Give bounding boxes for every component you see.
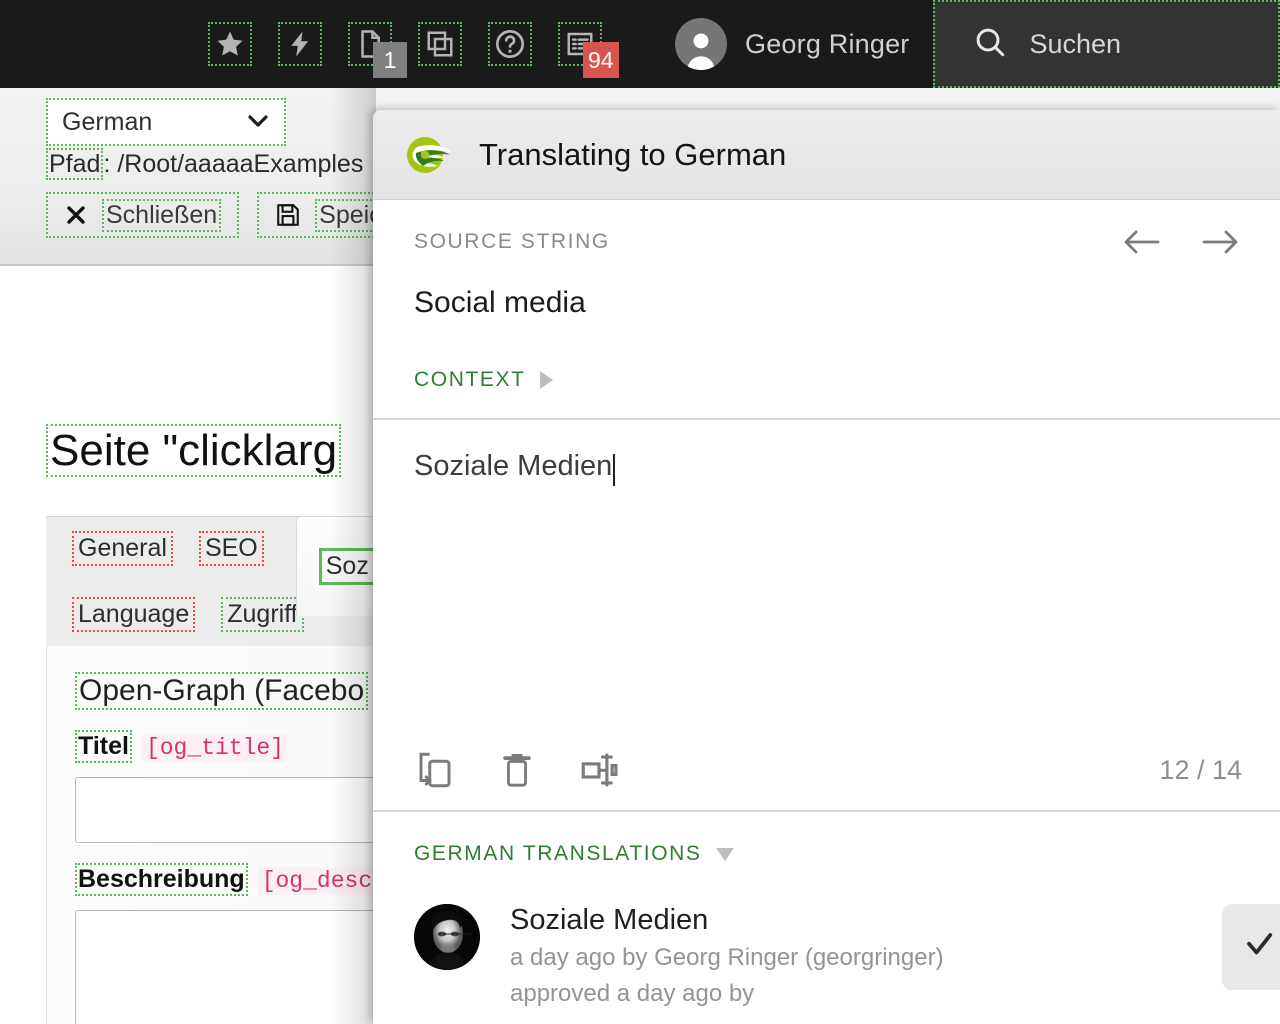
search-box[interactable]: Suchen	[933, 0, 1280, 88]
topbar-left-spacer	[0, 44, 195, 45]
language-select-value: German	[62, 107, 153, 136]
toolbar-item-copy-stack[interactable]	[405, 0, 475, 88]
field-name-og-description: Beschreibung	[75, 863, 248, 896]
check-icon	[1242, 930, 1276, 965]
tab-social-label: Soz	[318, 548, 376, 585]
translation-entry-approval: approved a day ago by	[510, 980, 755, 1007]
bolt-icon[interactable]	[278, 22, 322, 66]
translation-tool-icons	[414, 749, 620, 791]
tab-zugriff[interactable]: Zugriff	[221, 596, 304, 632]
weblate-logo-icon	[403, 133, 455, 177]
close-button-label: Schließen	[102, 198, 222, 232]
screen-root: 1 94 Georg Ringer Suchen German Pfad: /…	[0, 0, 1280, 1024]
language-select[interactable]: German	[46, 98, 286, 146]
star-icon[interactable]	[208, 22, 252, 66]
toolbar-item-document[interactable]: 1	[335, 0, 407, 88]
form-section-heading: Open-Graph (Facebo	[75, 672, 369, 710]
user-avatar-icon	[675, 18, 727, 70]
modal-title: Translating to German	[479, 136, 787, 172]
tab-seo[interactable]: SEO	[198, 530, 264, 566]
context-label: CONTEXT	[414, 368, 526, 391]
path-label: Pfad	[46, 148, 104, 180]
source-string-label: SOURCE STRING	[414, 230, 610, 253]
string-counter: 12 / 14	[1159, 754, 1242, 785]
tab-general[interactable]: General	[72, 530, 173, 566]
floppy-disk-icon	[275, 202, 301, 228]
search-icon	[973, 25, 1007, 64]
translation-modal: Translating to German SOURCE STRING Soci…	[373, 110, 1280, 1024]
field-code-og-description: [og_descr	[257, 867, 390, 895]
field-name-og-title: Titel	[75, 730, 132, 763]
top-toolbar: 1 94 Georg Ringer Suchen	[0, 0, 1280, 88]
page-title: Seite "clicklarg	[46, 424, 342, 478]
copy-stack-icon[interactable]	[418, 22, 462, 66]
translation-input[interactable]: Soziale Medien	[373, 420, 1280, 620]
tab-language[interactable]: Language	[72, 596, 196, 632]
modal-header: Translating to German	[373, 110, 1280, 200]
help-circle-icon[interactable]	[488, 22, 532, 66]
breadcrumb: Pfad: /Root/aaaaaExamples	[46, 148, 364, 180]
navigation-buttons	[1120, 226, 1242, 258]
search-placeholder-label: Suchen	[1029, 28, 1122, 59]
x-icon	[64, 203, 88, 227]
triangle-down-icon	[715, 847, 734, 861]
translation-entry-text: Soziale Medien	[510, 904, 709, 936]
close-button[interactable]: Schließen	[46, 192, 240, 238]
list-item[interactable]: Soziale Medien a day ago by Georg Ringer…	[373, 866, 1280, 1012]
source-string-header: SOURCE STRING	[373, 200, 1280, 258]
path-value: : /Root/aaaaaExamples	[103, 150, 364, 178]
toolbar-item-bolt[interactable]	[265, 0, 335, 88]
german-translations-toggle[interactable]: GERMAN TRANSLATIONS	[373, 812, 1280, 866]
source-string-text: Social media	[414, 286, 586, 319]
german-translations-label: GERMAN TRANSLATIONS	[414, 842, 702, 865]
translation-entry-meta: a day ago by Georg Ringer (georgringer) …	[510, 940, 1235, 1012]
list-badge: 94	[583, 42, 619, 78]
translation-entry-body: Soziale Medien a day ago by Georg Ringer…	[510, 904, 1235, 1012]
field-code-og-title: [og_title]	[141, 734, 288, 762]
document-badge: 1	[373, 42, 407, 78]
translation-value: Soziale Medien	[414, 450, 613, 482]
text-caret	[613, 454, 616, 486]
user-name-label: Georg Ringer	[745, 28, 910, 59]
trash-icon[interactable]	[498, 749, 536, 791]
user-photo-avatar	[414, 904, 480, 970]
context-toggle[interactable]: CONTEXT	[373, 320, 1280, 392]
user-menu[interactable]: Georg Ringer	[653, 0, 933, 88]
arrow-right-icon[interactable]	[1198, 226, 1242, 258]
translation-toolbar: 12 / 14	[373, 730, 1280, 810]
arrow-left-icon[interactable]	[1120, 226, 1164, 258]
translation-entry-author: a day ago by Georg Ringer (georgringer)	[510, 944, 944, 971]
approve-button[interactable]	[1222, 904, 1280, 990]
toolbar-item-list[interactable]: 94	[545, 0, 619, 88]
triangle-right-icon	[539, 371, 553, 389]
toolbar-item-star[interactable]	[195, 0, 265, 88]
copy-icon[interactable]	[414, 749, 456, 791]
horizontal-split-icon[interactable]	[578, 749, 620, 791]
toolbar-item-help[interactable]	[475, 0, 545, 88]
chevron-down-icon	[246, 109, 270, 135]
